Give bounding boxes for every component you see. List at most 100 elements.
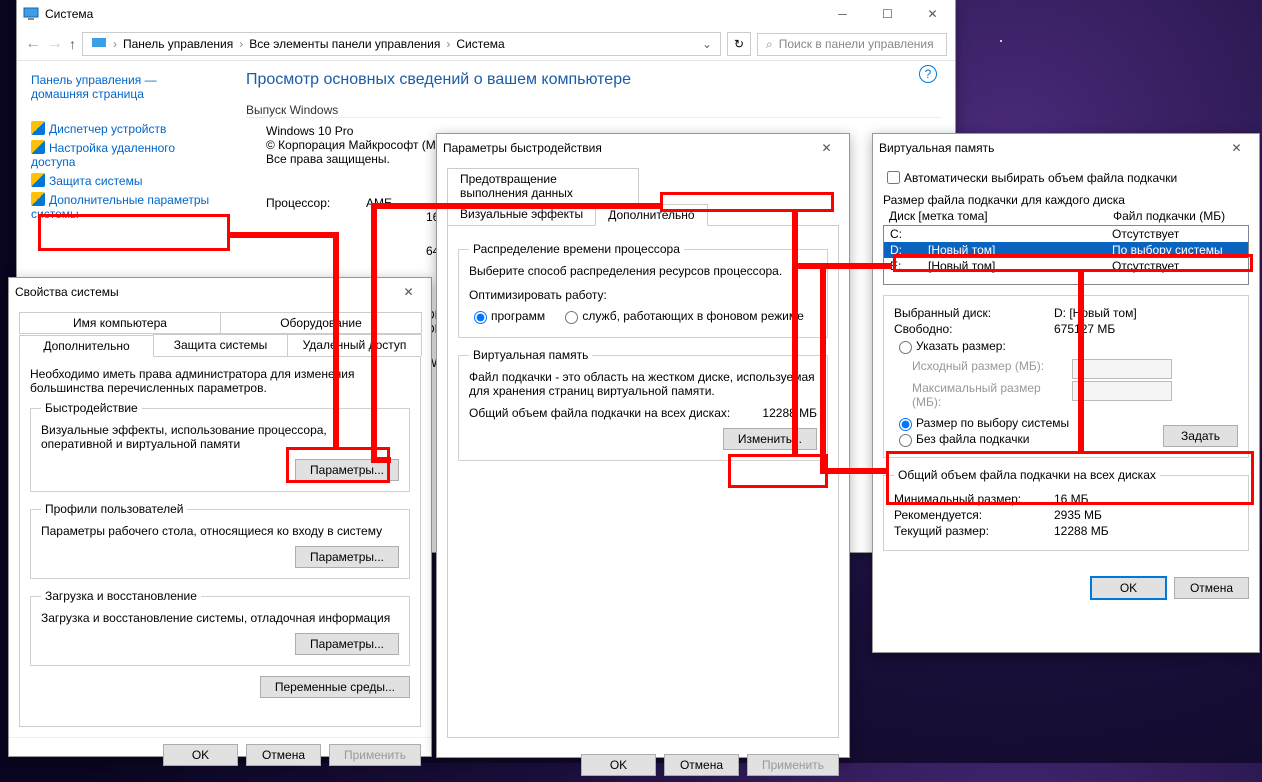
breadcrumb[interactable]: Все элементы панели управления [249, 37, 440, 51]
cancel-button[interactable]: Отмена [1174, 577, 1249, 599]
help-icon[interactable]: ? [919, 65, 937, 83]
breadcrumb[interactable]: Система [456, 37, 504, 51]
drive-row[interactable]: D:[Новый том]По выбору системы [884, 242, 1248, 258]
drive-row[interactable]: E:[Новый том]Отсутствует [884, 258, 1248, 274]
dialog-title: Виртуальная память [879, 141, 1214, 155]
chevron-down-icon[interactable]: ⌄ [702, 37, 712, 51]
profiles-group: Профили пользователей Параметры рабочего… [30, 502, 410, 579]
tab-advanced[interactable]: Дополнительно [595, 204, 707, 226]
close-button[interactable]: ✕ [910, 0, 955, 28]
startup-legend: Загрузка и восстановление [41, 589, 201, 603]
selected-drive-group: Выбранный диск:D: [Новый том] Свободно:6… [883, 295, 1249, 458]
cur-label: Текущий размер: [894, 524, 1054, 538]
sidebar-item-protection[interactable]: Защита системы [49, 174, 142, 188]
monitor-icon [91, 36, 107, 52]
initial-size-input [1072, 359, 1172, 379]
refresh-button[interactable]: ↻ [727, 32, 751, 56]
startup-settings-button[interactable]: Параметры... [295, 633, 399, 655]
startup-desc: Загрузка и восстановление системы, отлад… [41, 611, 399, 625]
col-page: Файл подкачки (МБ) [1113, 209, 1243, 223]
no-pagefile-radio[interactable]: Без файла подкачки [894, 431, 1151, 447]
set-button[interactable]: Задать [1163, 425, 1238, 447]
opt-services-radio[interactable]: служб, работающих в фоновом режиме [560, 308, 803, 324]
cancel-button[interactable]: Отмена [664, 754, 739, 776]
ok-button[interactable]: OK [581, 754, 656, 776]
address-bar[interactable]: › Панель управления › Все элементы панел… [82, 32, 721, 56]
custom-size-radio[interactable]: Указать размер: [894, 338, 1006, 354]
auto-manage-checkbox[interactable]: Автоматически выбирать объем файла подка… [883, 168, 1177, 187]
edition-label: Выпуск Windows [246, 103, 941, 118]
performance-options-dialog: Параметры быстродействия ✕ Предотвращени… [436, 133, 850, 758]
min-value: 16 МБ [1054, 492, 1238, 506]
drive-row[interactable]: C:Отсутствует [884, 226, 1248, 242]
vmem-legend: Виртуальная память [469, 348, 592, 362]
apply-button[interactable]: Применить [747, 754, 839, 776]
ok-button[interactable]: OK [1091, 577, 1166, 599]
free-value: 675127 МБ [1054, 322, 1238, 336]
vmem-desc: Файл подкачки - это область на жестком д… [469, 370, 817, 398]
opt-programs-radio[interactable]: программ [469, 308, 545, 324]
search-box[interactable]: ⌕ Поиск в панели управления [757, 33, 947, 56]
list-caption: Размер файла подкачки для каждого диска [883, 193, 1249, 207]
minimize-button[interactable]: ─ [820, 0, 865, 28]
selected-drive-label: Выбранный диск: [894, 306, 1054, 320]
control-panel-home-link[interactable]: Панель управления —домашняя страница [31, 73, 157, 101]
close-button[interactable]: ✕ [1214, 134, 1259, 162]
profiles-settings-button[interactable]: Параметры... [295, 546, 399, 568]
tab-hardware[interactable]: Оборудование [220, 312, 422, 333]
change-vmem-button[interactable]: Изменить... [723, 428, 817, 450]
scheduler-group: Распределение времени процессора Выберит… [458, 242, 828, 338]
scheduler-desc: Выберите способ распределения ресурсов п… [469, 264, 817, 278]
system-properties-dialog: Свойства системы ✕ Имя компьютера Оборуд… [8, 277, 432, 757]
vmem-total-label: Общий объем файла подкачки на всех диска… [469, 406, 762, 420]
shield-icon [31, 121, 45, 135]
close-button[interactable]: ✕ [804, 134, 849, 162]
nav-back-icon[interactable]: ← [25, 35, 41, 53]
selected-drive-value: D: [Новый том] [1054, 306, 1238, 320]
sidebar-item-device-manager[interactable]: Диспетчер устройств [49, 122, 166, 136]
col-disk: Диск [метка тома] [889, 209, 1113, 223]
env-vars-button[interactable]: Переменные среды... [260, 676, 410, 698]
window-title: Система [45, 7, 820, 21]
totals-group: Общий объем файла подкачки на всех диска… [883, 468, 1249, 551]
startup-group: Загрузка и восстановление Загрузка и вос… [30, 589, 410, 666]
tab-remote[interactable]: Удаленный доступ [287, 334, 422, 356]
system-managed-radio[interactable]: Размер по выбору системы [894, 415, 1151, 431]
tab-computer-name[interactable]: Имя компьютера [19, 312, 221, 333]
nav-up-icon[interactable]: ↑ [69, 36, 76, 52]
free-label: Свободно: [894, 322, 1054, 336]
nav-forward-icon[interactable]: → [47, 35, 63, 53]
breadcrumb[interactable]: Панель управления [123, 37, 233, 51]
drive-list[interactable]: C:ОтсутствуетD:[Новый том]По выбору сист… [883, 225, 1249, 285]
performance-settings-button[interactable]: Параметры... [295, 459, 399, 481]
processor-label: Процессор: [246, 196, 366, 210]
dialog-title: Параметры быстродействия [443, 141, 804, 155]
search-icon: ⌕ [766, 37, 773, 52]
tab-dep[interactable]: Предотвращение выполнения данных [447, 168, 639, 203]
tab-advanced[interactable]: Дополнительно [19, 335, 154, 357]
tab-visual-effects[interactable]: Визуальные эффекты [447, 203, 596, 225]
dialog-title: Свойства системы [15, 285, 386, 299]
totals-legend: Общий объем файла подкачки на всех диска… [894, 468, 1160, 482]
virtual-memory-group: Виртуальная память Файл подкачки - это о… [458, 348, 828, 461]
page-title: Просмотр основных сведений о вашем компь… [246, 71, 941, 89]
scheduler-legend: Распределение времени процессора [469, 242, 684, 256]
intro-text: Необходимо иметь права администратора дл… [30, 367, 410, 395]
initial-size-label: Исходный размер (МБ): [912, 359, 1072, 379]
performance-legend: Быстродействие [41, 401, 142, 415]
optimize-label: Оптимизировать работу: [469, 288, 817, 302]
shield-icon [31, 140, 45, 154]
performance-desc: Визуальные эффекты, использование процес… [41, 423, 399, 451]
max-size-label: Максимальный размер (МБ): [912, 381, 1072, 409]
tab-protection[interactable]: Защита системы [153, 334, 288, 356]
close-button[interactable]: ✕ [386, 278, 431, 306]
shield-icon [31, 173, 45, 187]
maximize-button[interactable]: ☐ [865, 0, 910, 28]
rec-label: Рекомендуется: [894, 508, 1054, 522]
sidebar-item-advanced[interactable]: Дополнительные параметры системы [31, 193, 209, 221]
shield-icon [31, 192, 45, 206]
processor-value: AME [366, 196, 392, 210]
sidebar-item-remote[interactable]: Настройка удаленного доступа [31, 141, 175, 169]
vmem-total-value: 12288 МБ [762, 406, 817, 420]
cur-value: 12288 МБ [1054, 524, 1238, 538]
